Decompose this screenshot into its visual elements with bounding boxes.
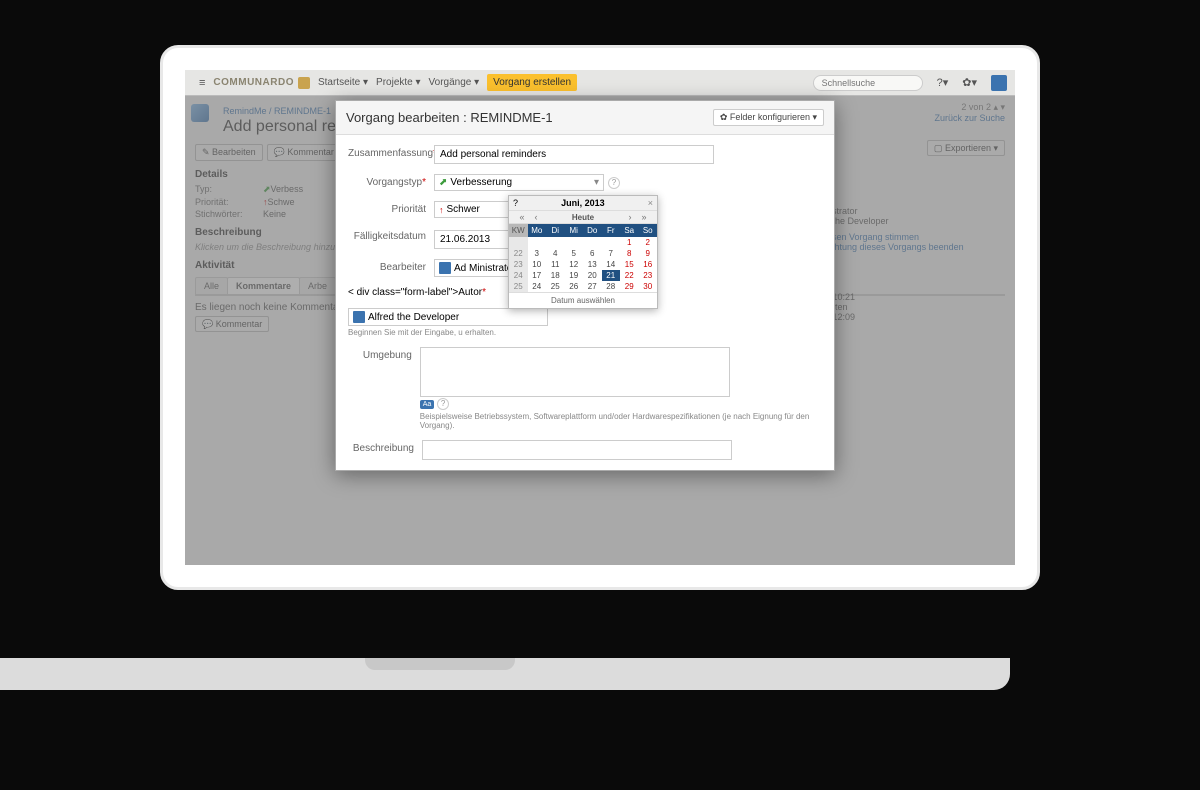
priority-icon: ↑ — [439, 205, 444, 215]
top-nav: ≡ COMMUNARDO Startseite ▾ Projekte ▾ Vor… — [185, 70, 1015, 96]
dp-day-header: So — [639, 224, 658, 237]
dialog-title: Vorgang bearbeiten : REMINDME-1 — [346, 110, 553, 125]
brand-logo[interactable]: COMMUNARDO — [213, 77, 310, 89]
dp-day-header: KW — [509, 224, 528, 237]
calendar-day[interactable]: 11 — [546, 259, 565, 270]
calendar-day — [583, 237, 602, 248]
calendar-day[interactable]: 6 — [583, 248, 602, 259]
dp-day-header: Fr — [602, 224, 621, 237]
chevron-down-icon: ▾ — [594, 177, 599, 188]
nav-home[interactable]: Startseite ▾ — [318, 77, 368, 88]
calendar-day[interactable]: 2 — [639, 237, 658, 248]
calendar-day — [565, 237, 584, 248]
calendar-day[interactable]: 24 — [528, 281, 547, 292]
calendar-day[interactable]: 13 — [583, 259, 602, 270]
gear-icon[interactable]: ✿▾ — [962, 76, 977, 89]
today-button[interactable]: Heute — [543, 213, 623, 222]
calendar-day[interactable]: 5 — [565, 248, 584, 259]
next-year[interactable]: » — [637, 212, 651, 222]
calendar-day[interactable]: 26 — [565, 281, 584, 292]
user-icon — [439, 262, 451, 274]
week-number: 23 — [509, 259, 528, 270]
dp-day-header: Mi — [565, 224, 584, 237]
avatar[interactable] — [991, 75, 1007, 91]
calendar-day[interactable]: 8 — [620, 248, 639, 259]
calendar-day[interactable]: 20 — [583, 270, 602, 281]
date-picker: ? Juni, 2013 × « ‹ Heute › » KWMoDiMiDoF… — [508, 195, 658, 309]
calendar-day — [602, 237, 621, 248]
week-number — [509, 237, 528, 248]
dp-help[interactable]: ? — [513, 198, 518, 208]
issue-type-select[interactable]: ⬈ Verbesserung ▾ — [434, 174, 604, 191]
nav-create-issue[interactable]: Vorgang erstellen — [487, 74, 577, 91]
calendar-day[interactable]: 7 — [602, 248, 621, 259]
calendar-day[interactable]: 27 — [583, 281, 602, 292]
env-hint: Beispielsweise Betriebssystem, Softwarep… — [420, 412, 834, 430]
configure-fields-button[interactable]: ✿ Felder konfigurieren ▾ — [713, 109, 824, 126]
user-icon — [353, 311, 365, 323]
calendar-grid: KWMoDiMiDoFrSaSo 12223456789231011121314… — [509, 224, 657, 292]
text-mode-icon[interactable]: Aa — [420, 400, 435, 409]
calendar-day[interactable]: 1 — [620, 237, 639, 248]
calendar-day — [528, 237, 547, 248]
nav-projects[interactable]: Projekte ▾ — [376, 77, 421, 88]
environment-textarea[interactable] — [420, 347, 730, 397]
reporter-select[interactable]: Alfred the Developer — [348, 308, 548, 326]
help-icon[interactable]: ? — [437, 398, 449, 410]
menu-icon[interactable]: ≡ — [199, 77, 205, 89]
next-month[interactable]: › — [623, 212, 637, 222]
calendar-day[interactable]: 28 — [602, 281, 621, 292]
calendar-day[interactable]: 12 — [565, 259, 584, 270]
calendar-day[interactable]: 25 — [546, 281, 565, 292]
summary-input[interactable] — [434, 145, 714, 164]
dp-day-header: Sa — [620, 224, 639, 237]
help-icon[interactable]: ?▾ — [937, 76, 949, 89]
calendar-day[interactable]: 22 — [620, 270, 639, 281]
reporter-hint: Beginnen Sie mit der Eingabe, u erhalten… — [348, 328, 822, 337]
calendar-day[interactable]: 19 — [565, 270, 584, 281]
calendar-day[interactable]: 16 — [639, 259, 658, 270]
calendar-day[interactable]: 14 — [602, 259, 621, 270]
dp-day-header: Di — [546, 224, 565, 237]
calendar-day[interactable]: 4 — [546, 248, 565, 259]
nav-issues[interactable]: Vorgänge ▾ — [429, 77, 480, 88]
help-icon[interactable]: ? — [608, 177, 620, 189]
improvement-icon: ⬈ — [439, 177, 447, 188]
calendar-day[interactable]: 29 — [620, 281, 639, 292]
calendar-day[interactable]: 21 — [602, 270, 621, 281]
description-textarea[interactable] — [422, 440, 732, 460]
logo-icon — [298, 77, 310, 89]
calendar-day[interactable]: 18 — [546, 270, 565, 281]
calendar-day[interactable]: 9 — [639, 248, 658, 259]
close-icon[interactable]: × — [648, 198, 653, 208]
calendar-day[interactable]: 3 — [528, 248, 547, 259]
calendar-day[interactable]: 15 — [620, 259, 639, 270]
week-number: 25 — [509, 281, 528, 292]
dp-day-header: Do — [583, 224, 602, 237]
calendar-day — [546, 237, 565, 248]
dp-footer: Datum auswählen — [509, 292, 657, 308]
calendar-day[interactable]: 30 — [639, 281, 658, 292]
dp-month: Juni, 2013 — [561, 198, 605, 208]
calendar-day[interactable]: 10 — [528, 259, 547, 270]
prev-month[interactable]: ‹ — [529, 212, 543, 222]
week-number: 22 — [509, 248, 528, 259]
prev-year[interactable]: « — [515, 212, 529, 222]
dp-day-header: Mo — [528, 224, 547, 237]
search-input[interactable] — [813, 75, 923, 91]
calendar-day[interactable]: 17 — [528, 270, 547, 281]
calendar-day[interactable]: 23 — [639, 270, 658, 281]
week-number: 24 — [509, 270, 528, 281]
